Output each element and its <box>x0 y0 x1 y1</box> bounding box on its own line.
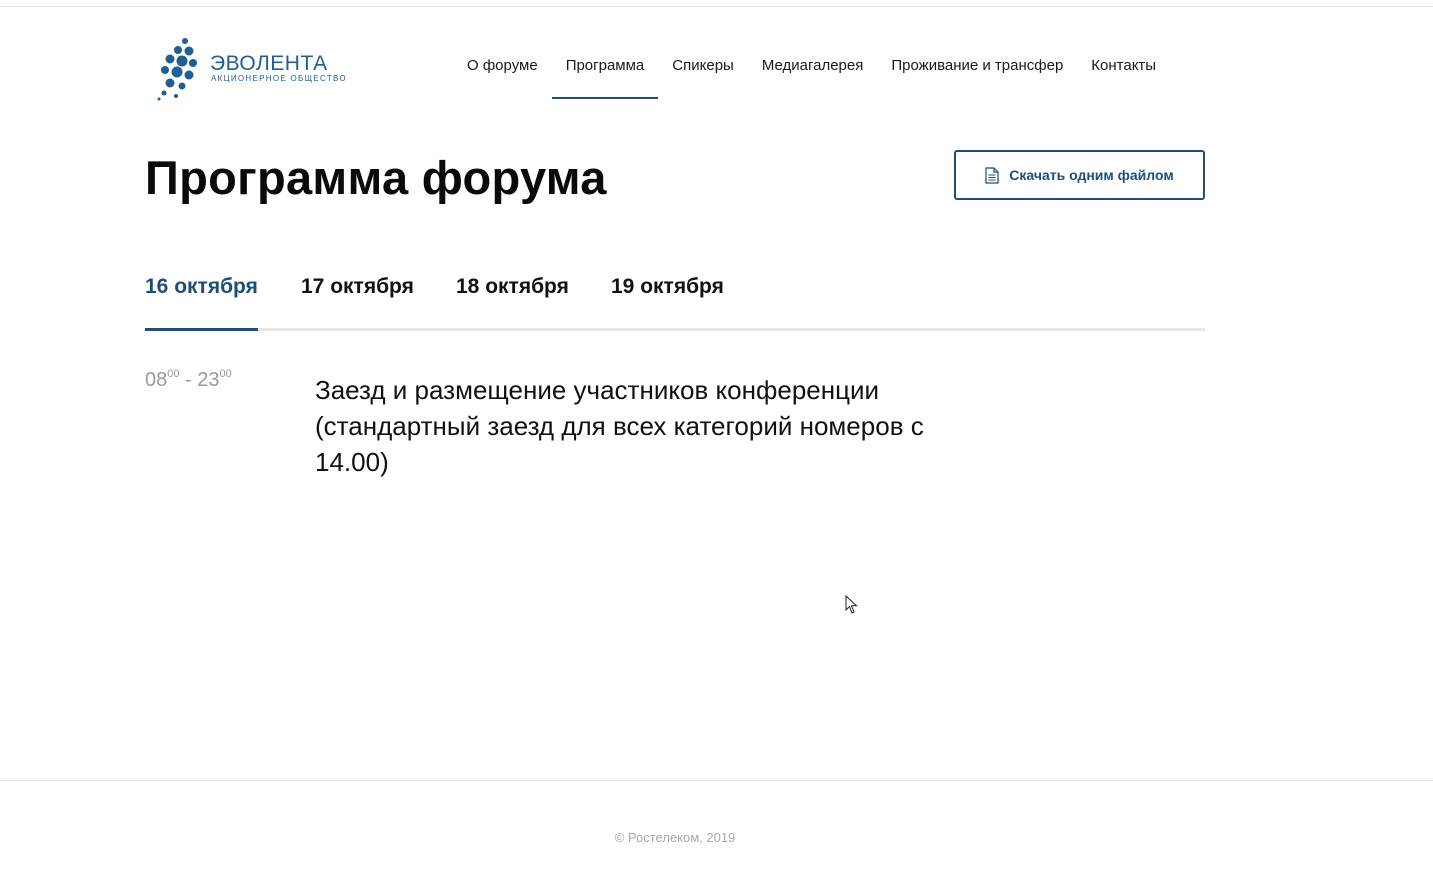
start-minutes: 00 <box>167 368 180 380</box>
tab-oct-19[interactable]: 19 октября <box>611 270 724 330</box>
download-button-label: Скачать одним файлом <box>1009 167 1174 183</box>
logo-wordmark: ЭВОЛЕНТА <box>210 52 328 75</box>
nav-item-media-gallery[interactable]: Медиагалерея <box>748 55 878 99</box>
main-nav: О форуме Программа Спикеры Медиагалерея … <box>453 55 1170 101</box>
footer-divider <box>0 780 1433 781</box>
tab-oct-17[interactable]: 17 октября <box>301 270 414 330</box>
page-title: Программа форума <box>145 151 607 204</box>
footer-copyright: © Ростелеком, 2019 <box>614 830 736 845</box>
event-time: 0800 - 2300 <box>145 368 232 392</box>
logo-subtitle: АКЦИОНЕРНОЕ ОБЩЕСТВО <box>211 74 347 83</box>
nav-item-speakers[interactable]: Спикеры <box>658 55 748 99</box>
nav-item-about[interactable]: О форуме <box>453 55 552 99</box>
nav-item-contacts[interactable]: Контакты <box>1077 55 1170 99</box>
document-icon <box>985 166 999 184</box>
start-hour: 08 <box>145 369 168 391</box>
nav-item-program[interactable]: Программа <box>551 55 659 99</box>
top-divider <box>0 6 1433 7</box>
site-logo[interactable]: ЭВОЛЕНТА АКЦИОНЕРНОЕ ОБЩЕСТВО <box>156 36 356 102</box>
tab-oct-16[interactable]: 16 октября <box>145 270 258 331</box>
dots-logo-icon <box>157 38 197 101</box>
mouse-cursor-icon <box>845 594 859 620</box>
end-hour: 23 <box>197 369 220 391</box>
time-separator: - <box>179 369 198 391</box>
date-tabs: 16 октября 17 октября 18 октября 19 октя… <box>145 270 1205 332</box>
tab-oct-18[interactable]: 18 октября <box>456 270 569 330</box>
nav-item-accommodation[interactable]: Проживание и трансфер <box>877 55 1077 99</box>
event-title: Заезд и размещение участников конференци… <box>315 375 924 477</box>
download-file-button[interactable]: Скачать одним файлом <box>954 150 1205 200</box>
end-minutes: 00 <box>219 368 232 380</box>
